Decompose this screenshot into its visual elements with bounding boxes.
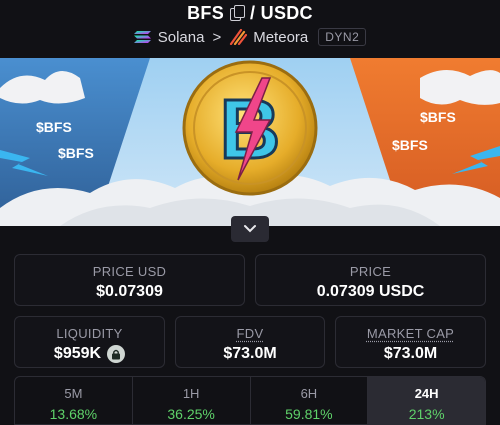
fdv-label[interactable]: FDV [176, 326, 324, 341]
tab-6h[interactable]: 6H 59.81% [251, 377, 369, 424]
meteora-icon [229, 28, 248, 46]
price-usd-value: $0.07309 [96, 283, 163, 300]
token-coin-logo: B [182, 60, 318, 196]
liquidity-value: $959K [53, 345, 102, 362]
ticker-label: $BFS [36, 119, 72, 135]
tab-change-value: 59.81% [285, 406, 333, 422]
market-cap-card: MARKET CAP $73.0M [335, 316, 486, 368]
base-token: BFS [187, 2, 225, 23]
lock-icon[interactable] [107, 345, 126, 363]
pair-title-row: BFS / USDC [0, 2, 500, 24]
pair-title: BFS [187, 3, 224, 24]
expand-banner-button[interactable] [231, 216, 269, 242]
market-cap-label[interactable]: MARKET CAP [336, 326, 485, 341]
pair-header: BFS / USDC Solana > Meteora DYN2 [0, 0, 500, 58]
tab-5m[interactable]: 5M 13.68% [15, 377, 133, 424]
price-card: PRICE 0.07309 USDC [255, 254, 486, 306]
pair-separator: / [250, 2, 256, 23]
price-usd-label: PRICE USD [92, 264, 167, 279]
tab-change-value: 36.25% [167, 406, 215, 422]
price-label: PRICE [349, 264, 392, 279]
token-banner: $BFS $BFS $BFS $BFS B [0, 58, 500, 226]
pair-meta-row: Solana > Meteora DYN2 [0, 26, 500, 48]
fdv-card: FDV $73.0M [175, 316, 325, 368]
chevron-down-icon [244, 225, 256, 233]
tab-label: 1H [182, 386, 200, 401]
copy-icon[interactable] [230, 5, 246, 21]
ticker-label: $BFS [392, 137, 428, 153]
price-value: 0.07309 USDC [316, 283, 425, 300]
tab-label: 5M [64, 386, 83, 401]
ticker-label: $BFS [420, 109, 456, 125]
tab-label: 24H [414, 386, 439, 401]
solana-icon [133, 29, 152, 45]
timeframe-tabs: 5M 13.68% 1H 36.25% 6H 59.81% 24H 213% [14, 376, 486, 425]
chain-link[interactable]: Solana [158, 29, 205, 46]
tab-change-value: 213% [408, 406, 445, 422]
tab-label: 6H [300, 386, 318, 401]
chevron-right-icon: > [212, 28, 222, 46]
ticker-label: $BFS [58, 145, 94, 161]
market-cap-value: $73.0M [383, 345, 438, 362]
liquidity-label: LIQUIDITY [56, 326, 123, 341]
liquidity-value-row: $959K [15, 345, 164, 363]
pool-type-badge: DYN2 [318, 28, 367, 46]
pair-title-rest: / USDC [250, 3, 313, 24]
price-usd-card: PRICE USD $0.07309 [14, 254, 245, 306]
fdv-value: $73.0M [223, 345, 277, 362]
tab-1h[interactable]: 1H 36.25% [133, 377, 251, 424]
dex-link[interactable]: Meteora [253, 29, 308, 46]
liquidity-card: LIQUIDITY $959K [14, 316, 165, 368]
quote-token: USDC [260, 2, 313, 23]
tab-24h[interactable]: 24H 213% [368, 377, 485, 424]
tab-change-value: 13.68% [49, 406, 98, 422]
